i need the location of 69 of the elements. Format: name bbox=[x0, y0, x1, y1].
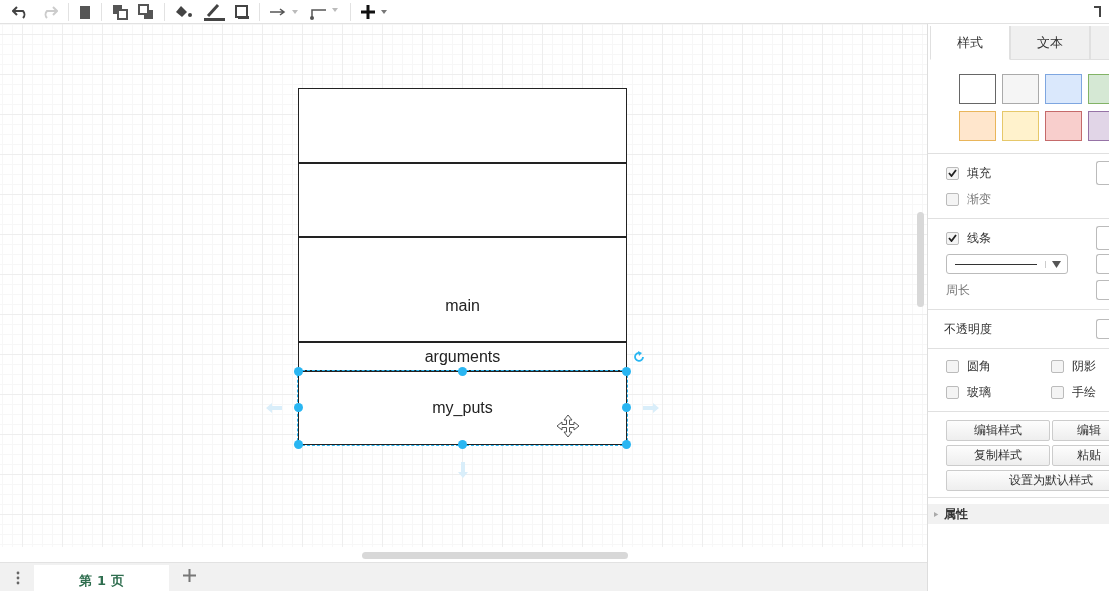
option-label: 圆角 bbox=[967, 357, 991, 375]
panel-tab[interactable]: 样式 bbox=[930, 26, 1010, 60]
checkbox[interactable] bbox=[946, 166, 959, 180]
color-swatch[interactable] bbox=[959, 74, 996, 104]
checkbox[interactable] bbox=[946, 385, 959, 399]
opacity-label: 不透明度 bbox=[944, 320, 993, 338]
shape-label: arguments bbox=[424, 347, 501, 366]
to-front-icon[interactable] bbox=[112, 3, 128, 20]
scrollbar[interactable] bbox=[917, 212, 924, 307]
style-button[interactable]: 复制样式 bbox=[946, 445, 1050, 466]
diagram-box[interactable]: main bbox=[298, 237, 627, 342]
color-picker[interactable] bbox=[1096, 226, 1109, 250]
checkbox[interactable] bbox=[946, 192, 959, 206]
resize-handle[interactable] bbox=[294, 403, 303, 412]
color-picker[interactable] bbox=[1096, 161, 1109, 185]
arrow-down-icon[interactable] bbox=[457, 462, 468, 478]
line-label: 线条 bbox=[967, 229, 991, 247]
paint-bucket-icon[interactable] bbox=[175, 4, 193, 19]
arrow-icon[interactable] bbox=[270, 6, 300, 17]
color-swatch[interactable] bbox=[1002, 74, 1039, 104]
perimeter-label: 周长 bbox=[946, 281, 971, 299]
resize-handle[interactable] bbox=[294, 367, 303, 376]
input-field[interactable] bbox=[1096, 319, 1109, 339]
shape-label: main bbox=[445, 296, 480, 315]
page-tab[interactable]: 第 1 页 bbox=[34, 565, 169, 591]
move-cursor-icon bbox=[556, 414, 580, 438]
more-icon[interactable] bbox=[16, 571, 20, 585]
resize-handle[interactable] bbox=[457, 440, 467, 449]
input-field[interactable] bbox=[1096, 254, 1109, 274]
diagram-box[interactable]: arguments bbox=[298, 342, 627, 371]
option-label: 玻璃 bbox=[967, 383, 991, 401]
to-back-icon[interactable] bbox=[138, 3, 154, 20]
resize-handle[interactable] bbox=[622, 403, 631, 412]
shape-label: my_puts bbox=[432, 399, 493, 417]
trash-icon[interactable] bbox=[79, 4, 91, 19]
resize-handle[interactable] bbox=[294, 440, 303, 449]
set-default-style-button[interactable]: 设置为默认样式 bbox=[946, 470, 1109, 491]
checkbox[interactable] bbox=[1051, 359, 1064, 373]
color-swatch[interactable] bbox=[1045, 111, 1082, 141]
properties-header[interactable]: 属性 bbox=[928, 504, 1109, 524]
style-button[interactable]: 粘贴 bbox=[1052, 445, 1109, 466]
checkbox[interactable] bbox=[1051, 385, 1064, 399]
add-page-icon[interactable] bbox=[183, 569, 196, 582]
arrow-right-icon[interactable] bbox=[643, 403, 659, 413]
diagram-box[interactable] bbox=[298, 88, 627, 163]
resize-handle[interactable] bbox=[622, 367, 631, 376]
style-button[interactable]: 编辑样式 bbox=[946, 420, 1050, 441]
rotate-icon[interactable] bbox=[633, 351, 645, 363]
arrow-left-icon[interactable] bbox=[266, 403, 282, 413]
color-swatch[interactable] bbox=[959, 111, 996, 141]
input-field[interactable] bbox=[1096, 280, 1109, 300]
diagram-box[interactable] bbox=[298, 163, 627, 237]
color-swatch[interactable] bbox=[1045, 74, 1082, 104]
gradient-label: 渐变 bbox=[967, 190, 991, 208]
checkbox[interactable] bbox=[946, 359, 959, 373]
scrollbar[interactable] bbox=[362, 552, 628, 559]
drawing-canvas[interactable]: main arguments my_puts bbox=[0, 24, 927, 547]
line-style-dropdown[interactable] bbox=[946, 254, 1068, 274]
fullscreen-icon[interactable] bbox=[1093, 5, 1101, 18]
style-button[interactable]: 编辑 bbox=[1052, 420, 1109, 441]
shadow-icon[interactable] bbox=[235, 4, 249, 19]
checkbox[interactable] bbox=[946, 231, 959, 245]
resize-handle[interactable] bbox=[622, 440, 631, 449]
pen-icon[interactable] bbox=[203, 2, 225, 21]
option-label: 手绘 bbox=[1072, 383, 1096, 401]
panel-tab[interactable]: 文本 bbox=[1010, 26, 1090, 60]
resize-handle[interactable] bbox=[457, 367, 467, 376]
option-label: 阴影 bbox=[1072, 357, 1096, 375]
fill-label: 填充 bbox=[967, 164, 991, 182]
